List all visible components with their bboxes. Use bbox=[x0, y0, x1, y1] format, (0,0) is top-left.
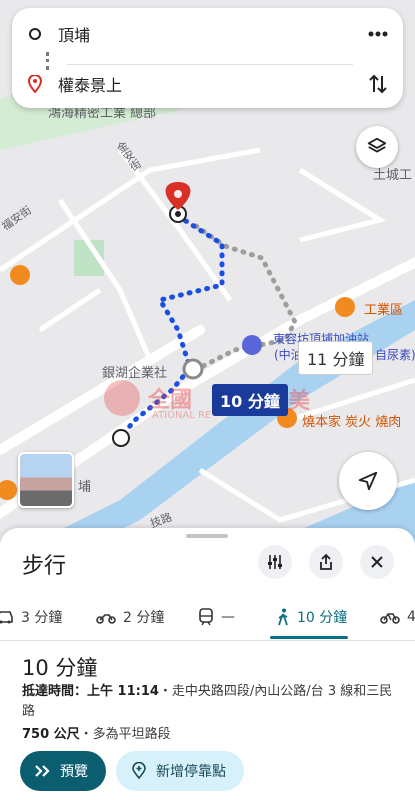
double-chevron-right-icon bbox=[35, 765, 50, 777]
add-stop-button[interactable]: 新增停靠點 bbox=[116, 751, 244, 791]
map-label-yinhu: 銀湖企業社 bbox=[102, 366, 168, 381]
layers-icon bbox=[367, 137, 387, 153]
route-options-button[interactable] bbox=[258, 545, 292, 579]
distance-value: 750 公尺 bbox=[22, 727, 80, 742]
motorcycle-icon bbox=[96, 614, 116, 624]
street-view-thumbnail[interactable] bbox=[18, 452, 74, 508]
route-duration: 10 分鐘 bbox=[22, 656, 98, 680]
tab-motorcycle-label: 2 分鐘 bbox=[123, 610, 165, 626]
add-location-icon bbox=[132, 762, 146, 780]
sheet-drag-handle[interactable] bbox=[186, 534, 228, 538]
bicycle-icon bbox=[380, 613, 400, 624]
layers-button[interactable] bbox=[356, 126, 398, 168]
red-pin-icon bbox=[12, 75, 58, 93]
tab-cycling[interactable]: 4 bbox=[380, 600, 415, 634]
more-options-button[interactable] bbox=[353, 31, 403, 37]
swap-button[interactable] bbox=[353, 73, 403, 95]
map-label-dingpu: 埔 bbox=[78, 480, 92, 495]
distance-info: 750 公尺・多為平坦路段 bbox=[22, 723, 171, 742]
transit-icon bbox=[199, 608, 213, 626]
car-icon bbox=[0, 611, 13, 624]
walk-icon bbox=[278, 608, 288, 626]
tab-walking[interactable]: 10 分鐘 bbox=[276, 600, 347, 634]
watermark-subtext: ATIONAL RE bbox=[152, 410, 212, 421]
directions-sheet: 步行 3 分鐘 2 分鐘 — 10 分鐘 4 10 分鐘 抵達時間：上午 11:… bbox=[0, 528, 415, 800]
navigation-arrow-icon bbox=[358, 471, 378, 491]
circle-outline-icon bbox=[12, 27, 58, 41]
tab-transit[interactable]: — bbox=[198, 600, 235, 634]
sheet-title: 步行 bbox=[22, 554, 67, 579]
distance-note: ・多為平坦路段 bbox=[79, 727, 171, 742]
origin-row[interactable]: 頂埔 bbox=[12, 10, 403, 58]
route-time-primary[interactable]: 10 分鐘 bbox=[212, 384, 288, 416]
tune-icon bbox=[268, 555, 282, 569]
tab-driving-label: 3 分鐘 bbox=[21, 610, 63, 626]
arrival-info: 抵達時間：上午 11:14・走中央路四段/內山公路/台 3 線和三民路 bbox=[22, 682, 394, 722]
my-location-button[interactable] bbox=[339, 452, 397, 510]
tab-motorcycle[interactable]: 2 分鐘 bbox=[96, 600, 164, 634]
watermark-text-end: 美 bbox=[288, 389, 311, 414]
destination-field[interactable]: 權泰景上 bbox=[58, 72, 353, 96]
swap-vertical-icon bbox=[369, 74, 387, 94]
tab-walking-label: 10 分鐘 bbox=[297, 610, 348, 626]
origin-field[interactable]: 頂埔 bbox=[58, 22, 353, 46]
tab-driving[interactable]: 3 分鐘 bbox=[0, 600, 62, 634]
destination-row[interactable]: 權泰景上 bbox=[12, 60, 403, 108]
preview-label: 預覽 bbox=[60, 764, 88, 780]
route-time-alternative[interactable]: 11 分鐘 bbox=[298, 341, 374, 375]
close-button[interactable] bbox=[360, 545, 394, 579]
map-label-industrial: 工業區 bbox=[364, 303, 404, 318]
map-label-gas-station-sub2: 自尿素) bbox=[375, 348, 415, 362]
tab-transit-label: — bbox=[221, 609, 235, 625]
travel-mode-tabs: 3 分鐘 2 分鐘 — 10 分鐘 4 bbox=[0, 594, 415, 642]
tab-cycling-label: 4 bbox=[407, 609, 415, 625]
tabs-divider bbox=[0, 640, 415, 641]
route-input-card: 頂埔 權泰景上 bbox=[12, 8, 403, 108]
map-label-bbq: 燒本家 炭火 燒肉 bbox=[302, 415, 402, 430]
more-horizontal-icon bbox=[368, 31, 388, 37]
arrival-time: 抵達時間：上午 11:14 bbox=[22, 684, 159, 699]
preview-button[interactable]: 預覽 bbox=[20, 751, 106, 791]
active-tab-indicator bbox=[270, 636, 348, 639]
close-icon bbox=[371, 556, 383, 568]
add-stop-label: 新增停靠點 bbox=[156, 764, 226, 780]
share-icon bbox=[320, 553, 332, 570]
share-button[interactable] bbox=[309, 545, 343, 579]
